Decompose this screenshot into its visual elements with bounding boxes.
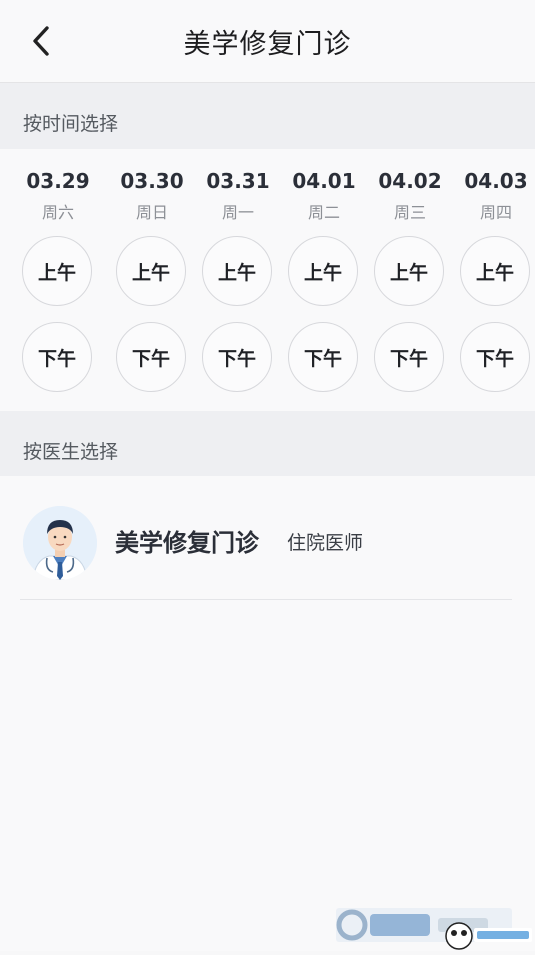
afternoon-slot-button[interactable]: 下午 (460, 322, 530, 392)
day-column: 04.02 周三 上午 下午 (372, 149, 448, 411)
afternoon-slot-button[interactable]: 下午 (116, 322, 186, 392)
morning-slot-button[interactable]: 上午 (202, 236, 272, 306)
day-date: 04.01 (292, 169, 356, 193)
doctor-section-label: 按医生选择 (23, 441, 119, 463)
day-weekday: 周日 (135, 203, 168, 222)
doctor-name: 美学修复门诊 (115, 529, 259, 557)
day-date: 04.03 (464, 169, 528, 193)
day-weekday: 周二 (307, 203, 340, 222)
day-column: 04.03 周四 上午 下午 (458, 149, 534, 411)
day-weekday: 周四 (479, 203, 512, 222)
page-title: 美学修复门诊 (183, 29, 352, 60)
morning-slot-button[interactable]: 上午 (460, 236, 530, 306)
day-weekday: 周一 (221, 203, 254, 222)
day-date: 03.30 (120, 169, 184, 193)
afternoon-slot-button[interactable]: 下午 (374, 322, 444, 392)
afternoon-slot-button[interactable]: 下午 (22, 322, 92, 392)
day-column: 04.01 周二 上午 下午 (286, 149, 362, 411)
time-section-label: 按时间选择 (23, 113, 119, 135)
doctor-avatar-icon (23, 506, 97, 580)
day-weekday: 周六 (41, 203, 74, 222)
day-date: 04.02 (378, 169, 442, 193)
morning-slot-button[interactable]: 上午 (22, 236, 92, 306)
doctor-title: 住院医师 (287, 532, 364, 554)
day-weekday: 周三 (393, 203, 426, 222)
watermark-logo (334, 900, 535, 951)
doctor-list-item[interactable]: 美学修复门诊 住院医师 (20, 476, 512, 600)
time-section-header: 按时间选择 (0, 83, 535, 149)
afternoon-slot-button[interactable]: 下午 (288, 322, 358, 392)
morning-slot-button[interactable]: 上午 (116, 236, 186, 306)
day-date: 03.29 (26, 169, 90, 193)
day-column: 03.31 周一 上午 下午 (200, 149, 276, 411)
day-date: 03.31 (206, 169, 270, 193)
top-nav-bar: 美学修复门诊 (0, 0, 535, 83)
day-column: 03.30 周日 上午 下午 (114, 149, 190, 411)
schedule-grid: 03.29 周六 上午 下午 03.30 周日 上午 下午 03.31 周一 上… (0, 149, 535, 411)
doctor-list: 美学修复门诊 住院医师 (0, 476, 535, 951)
morning-slot-button[interactable]: 上午 (288, 236, 358, 306)
day-column: 03.29 周六 上午 下午 (20, 149, 96, 411)
morning-slot-button[interactable]: 上午 (374, 236, 444, 306)
doctor-section-header: 按医生选择 (0, 411, 535, 476)
afternoon-slot-button[interactable]: 下午 (202, 322, 272, 392)
